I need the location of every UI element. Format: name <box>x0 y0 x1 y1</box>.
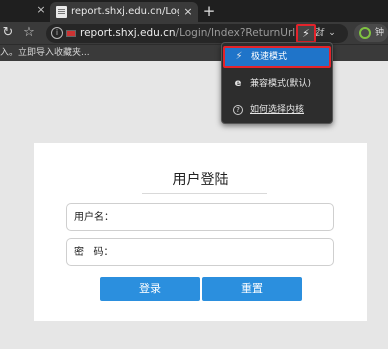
lightning-icon: ⚡ <box>235 51 243 62</box>
menu-item-compat-mode[interactable]: e 兼容模式(默认) <box>222 73 332 95</box>
menu-item-label: 如何选择内核 <box>250 105 305 115</box>
new-tab-button[interactable]: + <box>202 2 216 20</box>
menu-item-speed-mode[interactable]: ⚡ 极速模式 <box>223 46 331 68</box>
login-button[interactable]: 登录 <box>100 277 200 301</box>
import-bookmarks-link[interactable]: 立即导入收藏夹... <box>18 47 90 59</box>
tab-bar: × report.shxj.edu.cn/Login/In × + <box>0 0 388 22</box>
site-flag-icon <box>66 30 76 37</box>
menu-item-label: 兼容模式(默认) <box>250 79 312 89</box>
username-input[interactable] <box>129 208 325 226</box>
bookmarks-text: 入。 <box>0 48 19 58</box>
info-icon[interactable]: i <box>51 27 63 39</box>
reset-button[interactable]: 重置 <box>202 277 302 301</box>
engine-switch-button[interactable]: ⚡ <box>296 24 316 43</box>
password-input[interactable] <box>129 243 325 261</box>
close-icon[interactable]: × <box>34 3 48 17</box>
tab-close-icon[interactable]: × <box>182 5 194 19</box>
refresh-icon[interactable]: ↻ <box>2 25 14 41</box>
username-field[interactable]: 用户名： <box>66 203 334 231</box>
bookmark-star-icon[interactable]: ☆ <box>22 25 36 41</box>
ie-icon: e <box>234 78 242 89</box>
login-panel: 用户登陆 用户名： 密 码： 登录 重置 <box>34 143 367 321</box>
profile-button[interactable]: 钟 <box>354 24 388 42</box>
menu-item-how-to-choose[interactable]: ? 如何选择内核 <box>222 99 332 121</box>
title-divider <box>142 193 267 194</box>
chevron-down-icon[interactable]: ⌄ <box>327 25 337 41</box>
profile-label: 钟 <box>375 28 385 38</box>
engine-menu: ⚡ 极速模式 e 兼容模式(默认) ? 如何选择内核 <box>221 42 333 124</box>
browser-toolbar: ↻ ☆ i report.shxj.edu.cn/Login/Index?Ret… <box>0 22 388 44</box>
password-label: 密 码： <box>74 247 114 258</box>
page-icon <box>56 6 67 18</box>
browser-tab[interactable]: report.shxj.edu.cn/Login/In × <box>50 2 198 22</box>
lightning-icon: ⚡ <box>302 27 310 40</box>
menu-item-label: 极速模式 <box>251 52 288 62</box>
username-label: 用户名： <box>74 212 114 223</box>
help-icon: ? <box>233 105 243 115</box>
password-field[interactable]: 密 码： <box>66 238 334 266</box>
url-text: report.shxj.edu.cn/Login/Index?ReturnUrl… <box>80 27 325 39</box>
page-title: 用户登陆 <box>172 172 229 188</box>
tab-title: report.shxj.edu.cn/Login/In <box>71 6 179 17</box>
browser-logo-icon <box>359 27 371 39</box>
